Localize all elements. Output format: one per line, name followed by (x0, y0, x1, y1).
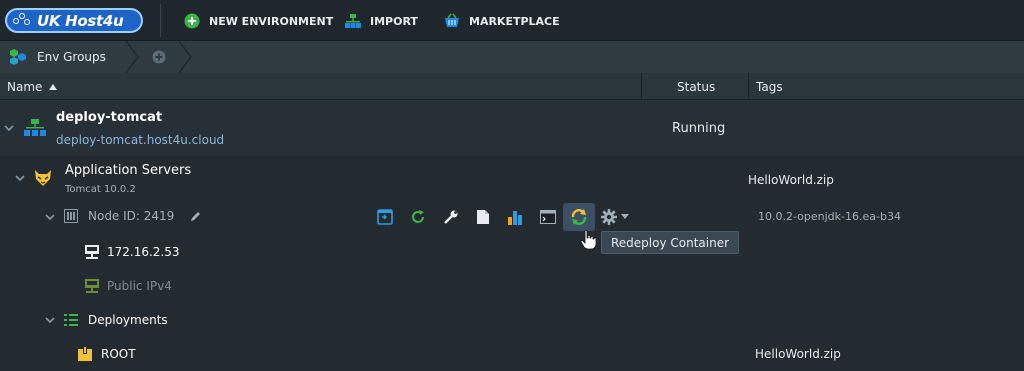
public-ip-icon (85, 279, 99, 293)
add-group-icon[interactable] (151, 49, 167, 65)
root-context-icon (78, 347, 92, 361)
logo-molecule-icon (13, 12, 33, 29)
private-ip-icon (85, 245, 99, 259)
column-name-label: Name (7, 79, 43, 94)
table-header: Name Status Tags (0, 73, 1024, 100)
environment-domain-link[interactable]: deploy-tomcat.host4u.cloud (56, 133, 224, 147)
new-environment-label: NEW ENVIRONMENT (209, 14, 334, 28)
column-status-header[interactable]: Status (677, 73, 715, 100)
column-name-header[interactable]: Name (7, 73, 58, 100)
breadcrumb-separator-icon (125, 41, 139, 73)
new-environment-button[interactable]: NEW ENVIRONMENT (184, 12, 333, 30)
node-id-label: Node ID: 2419 (88, 209, 175, 223)
app-servers-version: Tomcat 10.0.2 (65, 184, 136, 195)
env-groups-icon (10, 49, 26, 65)
restart-icon[interactable] (410, 209, 426, 225)
breadcrumb: Env Groups (0, 41, 1024, 73)
deployments-title[interactable]: Deployments (88, 313, 168, 327)
collapse-chevron-icon[interactable] (45, 315, 55, 325)
redeploy-container-button[interactable] (563, 203, 595, 231)
collapse-chevron-icon[interactable] (4, 123, 14, 133)
import-button[interactable]: IMPORT (345, 12, 418, 30)
column-tags-label: Tags (756, 79, 783, 94)
import-icon (345, 14, 361, 28)
collapse-chevron-icon[interactable] (15, 173, 25, 183)
root-context-name[interactable]: ROOT (101, 347, 136, 361)
node-server-icon (64, 209, 78, 223)
private-ip-address[interactable]: 172.16.2.53 (107, 245, 180, 259)
app-servers-title[interactable]: Application Servers (65, 163, 191, 178)
marketplace-button[interactable]: MARKETPLACE (444, 12, 560, 30)
column-divider (641, 73, 642, 100)
sort-ascending-icon (49, 83, 58, 90)
collapse-chevron-icon[interactable] (45, 212, 55, 222)
log-file-icon[interactable] (476, 209, 490, 225)
pencil-icon[interactable] (190, 210, 202, 222)
environment-name[interactable]: deploy-tomcat (56, 110, 162, 125)
breadcrumb-separator-icon (178, 41, 192, 73)
basket-icon (445, 13, 459, 27)
marketplace-label: MARKETPLACE (469, 14, 560, 28)
column-divider (748, 73, 749, 100)
environment-status: Running (672, 121, 726, 136)
breadcrumb-label: Env Groups (37, 50, 106, 64)
deployments-list-icon (64, 314, 78, 326)
redeploy-icon (571, 209, 587, 225)
hand-cursor-icon (580, 230, 596, 250)
tomcat-icon (35, 170, 51, 186)
toolbar-divider (160, 4, 161, 37)
gear-icon[interactable] (601, 209, 617, 225)
tooltip-text: Redeploy Container (610, 235, 730, 250)
redeploy-tooltip: Redeploy Container (601, 231, 739, 254)
column-tags-header[interactable]: Tags (756, 73, 783, 100)
environment-row[interactable]: deploy-tomcat deploy-tomcat.host4u.cloud… (0, 100, 1024, 156)
web-ssh-icon[interactable] (540, 209, 556, 225)
public-ipv4-link[interactable]: Public IPv4 (107, 279, 172, 293)
node-version-tag: 10.0.2-openjdk-16.ea-b34 (758, 210, 901, 223)
app-servers-tag: HelloWorld.zip (748, 173, 834, 187)
breadcrumb-env-groups[interactable]: Env Groups (8, 41, 106, 73)
plus-circle-icon (184, 13, 200, 29)
chevron-down-icon[interactable] (621, 214, 629, 220)
logo-text: UK Host4u (37, 11, 124, 30)
top-toolbar: UK Host4u NEW ENVIRONMENT IMPORT MARKETP… (0, 0, 1024, 41)
import-label: IMPORT (370, 14, 418, 28)
environment-topology-icon (24, 119, 46, 136)
statistics-icon[interactable] (507, 209, 523, 225)
root-context-tag: HelloWorld.zip (755, 347, 841, 361)
wrench-config-icon[interactable] (443, 209, 459, 225)
brand-logo[interactable]: UK Host4u (5, 8, 143, 33)
column-status-label: Status (677, 79, 716, 94)
open-in-browser-icon[interactable] (377, 209, 393, 225)
